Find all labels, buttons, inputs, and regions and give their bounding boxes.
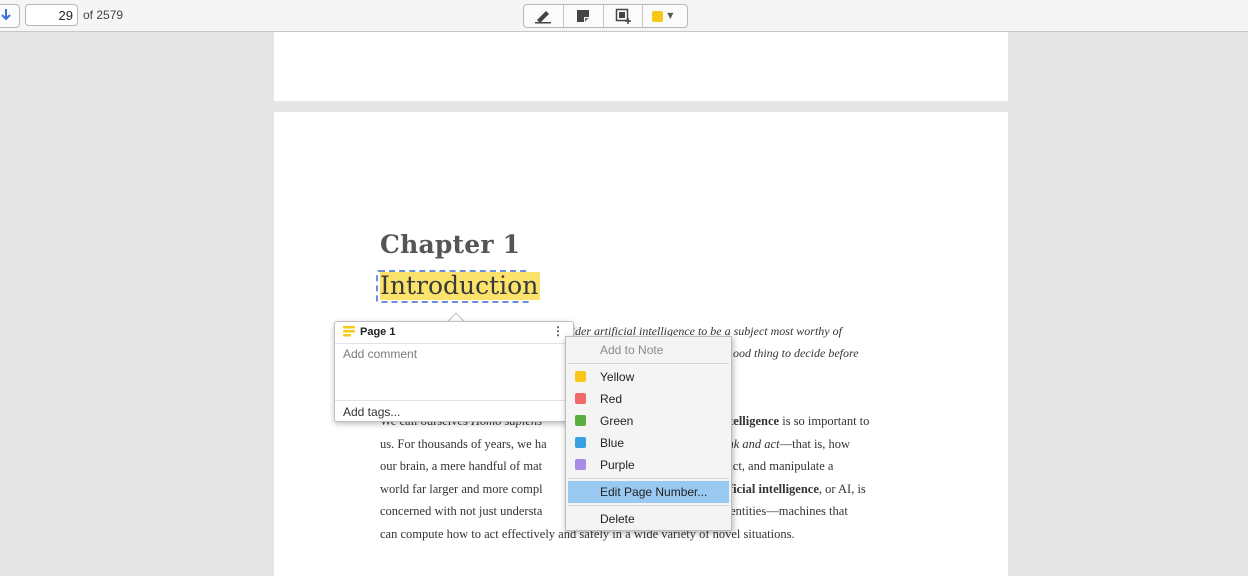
chevron-down-icon: ▼ xyxy=(667,11,674,20)
previous-page xyxy=(274,32,1008,101)
menu-item-edit-page-number[interactable]: Edit Page Number... xyxy=(568,481,729,503)
note-popup: Page 1 ⋮ Add comment Add tags... xyxy=(334,321,574,422)
select-area-icon xyxy=(615,8,631,24)
highlight-color-button[interactable]: ▼ xyxy=(643,5,687,27)
select-area-tool-button[interactable] xyxy=(604,5,644,27)
annotation-tools: ▼ xyxy=(523,4,688,28)
red-swatch-icon xyxy=(575,393,586,404)
color-swatch xyxy=(652,11,664,22)
menu-item-green[interactable]: Green xyxy=(568,410,729,432)
more-options-icon[interactable]: ⋮ xyxy=(552,324,564,338)
highlighted-title[interactable]: Introduction xyxy=(380,272,541,300)
menu-item-blue[interactable]: Blue xyxy=(568,432,729,454)
context-menu: Add to Note Yellow Red Green Blue Purple… xyxy=(565,336,732,531)
menu-separator xyxy=(568,363,729,364)
arrow-down-icon xyxy=(1,9,11,21)
menu-item-purple[interactable]: Purple xyxy=(568,454,729,476)
note-icon xyxy=(577,10,590,22)
go-to-page-button[interactable] xyxy=(0,4,20,28)
pen-icon xyxy=(535,11,552,24)
highlight-note-icon xyxy=(343,326,355,337)
note-title: Page 1 xyxy=(360,326,396,338)
comment-input[interactable]: Add comment xyxy=(343,347,417,361)
note-footer: Add tags... xyxy=(335,400,573,423)
note-tool-button[interactable] xyxy=(564,5,604,27)
page-total-label: of 2579 xyxy=(83,8,124,22)
menu-separator xyxy=(568,505,729,506)
menu-item-add-to-note[interactable]: Add to Note xyxy=(568,339,729,361)
menu-item-red[interactable]: Red xyxy=(568,388,729,410)
pen-tool-button[interactable] xyxy=(524,5,564,27)
page-number-input[interactable] xyxy=(25,4,78,26)
quote-line: ood thing to decide before xyxy=(733,346,859,360)
menu-separator xyxy=(568,478,729,479)
green-swatch-icon xyxy=(575,415,586,426)
menu-item-yellow[interactable]: Yellow xyxy=(568,366,729,388)
menu-item-delete[interactable]: Delete xyxy=(568,508,729,530)
yellow-swatch-icon xyxy=(575,371,586,382)
chapter-heading: Chapter 1 xyxy=(380,230,521,259)
blue-swatch-icon xyxy=(575,437,586,448)
note-header: Page 1 ⋮ xyxy=(335,322,573,344)
tags-input[interactable]: Add tags... xyxy=(343,405,400,419)
purple-swatch-icon xyxy=(575,459,586,470)
toolbar: of 2579 ▼ xyxy=(0,0,1248,32)
